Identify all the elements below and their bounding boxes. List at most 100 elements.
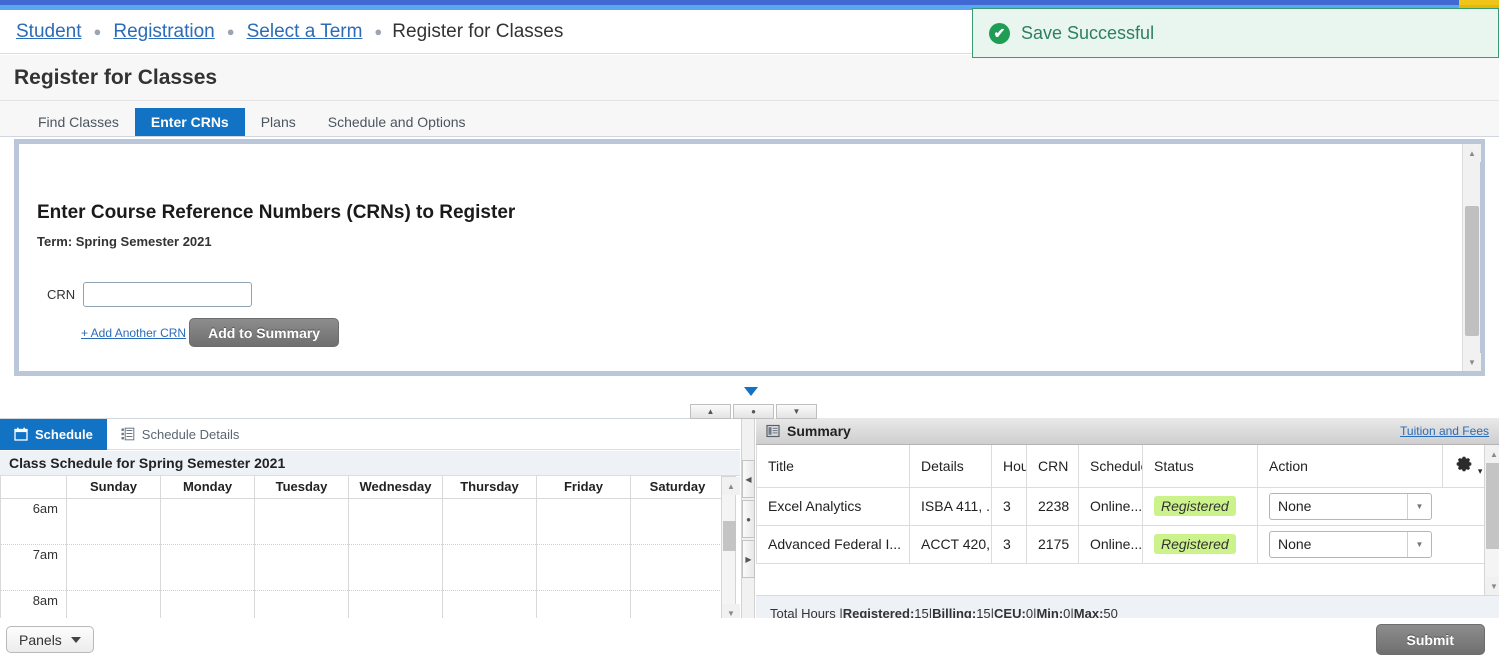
summary-panel: Summary Tuition and Fees Title Details H… bbox=[756, 418, 1499, 631]
action-dropdown[interactable]: None ▼ bbox=[1269, 530, 1432, 558]
schedule-caption: Class Schedule for Spring Semester 2021 bbox=[0, 451, 740, 476]
schedule-cell[interactable] bbox=[66, 544, 161, 591]
schedule-col-monday: Monday bbox=[160, 476, 255, 499]
tuition-and-fees-link[interactable]: Tuition and Fees bbox=[1400, 424, 1489, 438]
scroll-up-icon[interactable]: ▲ bbox=[1463, 144, 1481, 162]
summary-col-crn[interactable]: CRN bbox=[1026, 445, 1079, 488]
schedule-table: Sunday Monday Tuesday Wednesday Thursday… bbox=[0, 476, 725, 628]
summary-table-wrapper: Title Details Hour CRN Schedule Status A… bbox=[756, 445, 1499, 595]
summary-cell-details: ISBA 411, ... bbox=[909, 486, 992, 526]
summary-cell-schedule: Online... bbox=[1078, 524, 1143, 564]
schedule-cell[interactable] bbox=[442, 544, 537, 591]
expand-up-button[interactable]: ▲ bbox=[690, 404, 731, 419]
summary-col-action[interactable]: Action bbox=[1257, 445, 1443, 488]
schedule-grid: Sunday Monday Tuesday Wednesday Thursday… bbox=[0, 476, 740, 628]
schedule-cell[interactable] bbox=[160, 498, 255, 545]
summary-table-icon bbox=[766, 424, 780, 438]
tab-schedule-details[interactable]: Schedule Details bbox=[107, 419, 254, 450]
summary-table: Title Details Hour CRN Schedule Status A… bbox=[756, 445, 1485, 564]
scrollbar-thumb[interactable] bbox=[1486, 463, 1499, 549]
schedule-cell[interactable] bbox=[348, 544, 443, 591]
schedule-time-label: 7am bbox=[0, 544, 67, 591]
expand-down-button[interactable]: ▼ bbox=[776, 404, 817, 419]
schedule-scrollbar[interactable]: ▲ ▼ bbox=[721, 476, 740, 623]
summary-col-hours[interactable]: Hour bbox=[991, 445, 1027, 488]
summary-cell-crn: 2238 bbox=[1026, 486, 1079, 526]
scroll-down-icon[interactable]: ▼ bbox=[1485, 577, 1499, 595]
schedule-cell[interactable] bbox=[160, 544, 255, 591]
tab-plans[interactable]: Plans bbox=[245, 108, 312, 136]
restore-vertical-button[interactable]: ● bbox=[742, 500, 755, 538]
caret-down-icon[interactable] bbox=[744, 387, 758, 396]
chevron-down-icon[interactable]: ▼ bbox=[1407, 493, 1431, 519]
summary-cell-details: ACCT 420,... bbox=[909, 524, 992, 564]
summary-col-title[interactable]: Title bbox=[756, 445, 910, 488]
collapse-right-button[interactable]: ▶ bbox=[742, 540, 755, 578]
schedule-cell[interactable] bbox=[254, 544, 349, 591]
schedule-cell[interactable] bbox=[536, 544, 631, 591]
chevron-down-icon[interactable]: ▼ bbox=[1407, 531, 1431, 557]
schedule-cell[interactable] bbox=[536, 498, 631, 545]
schedule-cell[interactable] bbox=[348, 498, 443, 545]
gear-icon[interactable] bbox=[1454, 454, 1474, 474]
add-another-crn-link[interactable]: + Add Another CRN bbox=[81, 326, 186, 340]
summary-cell-status: Registered bbox=[1142, 486, 1258, 526]
breadcrumb-item-select-a-term[interactable]: Select a Term bbox=[247, 21, 363, 43]
schedule-panel-tabs: Schedule Schedule Details bbox=[0, 418, 740, 450]
schedule-col-time bbox=[0, 476, 67, 499]
summary-col-settings: ▾ bbox=[1442, 445, 1485, 488]
schedule-cell[interactable] bbox=[630, 498, 725, 545]
schedule-col-friday: Friday bbox=[536, 476, 631, 499]
summary-col-details[interactable]: Details bbox=[909, 445, 992, 488]
breadcrumb-item-student[interactable]: Student bbox=[16, 21, 82, 43]
tab-schedule-label: Schedule bbox=[35, 426, 93, 442]
action-dropdown[interactable]: None ▼ bbox=[1269, 492, 1432, 520]
summary-cell-title: Advanced Federal I... bbox=[756, 524, 910, 564]
crn-panel-scrollbar[interactable]: ▲ ▼ bbox=[1462, 144, 1481, 371]
check-circle-icon: ✔ bbox=[989, 22, 1010, 44]
collapse-left-button[interactable]: ◀ bbox=[742, 460, 755, 498]
summary-cell-hours: 3 bbox=[991, 524, 1027, 564]
schedule-header-row: Sunday Monday Tuesday Wednesday Thursday… bbox=[0, 476, 725, 499]
scrollbar-thumb[interactable] bbox=[723, 521, 736, 551]
submit-button[interactable]: Submit bbox=[1375, 624, 1485, 655]
crn-label: CRN bbox=[47, 287, 76, 302]
breadcrumb-item-registration[interactable]: Registration bbox=[113, 21, 214, 43]
bottom-bar: Panels Submit bbox=[0, 618, 1499, 660]
summary-scrollbar[interactable]: ▲ ▼ bbox=[1484, 445, 1499, 595]
schedule-cell[interactable] bbox=[442, 498, 537, 545]
summary-col-schedule[interactable]: Schedule bbox=[1078, 445, 1143, 488]
gear-caret-icon[interactable]: ▾ bbox=[1478, 466, 1483, 476]
schedule-cell[interactable] bbox=[630, 544, 725, 591]
restore-button[interactable]: ● bbox=[733, 404, 774, 419]
summary-header-row: Title Details Hour CRN Schedule Status A… bbox=[756, 445, 1485, 488]
schedule-col-thursday: Thursday bbox=[442, 476, 537, 499]
scroll-up-icon[interactable]: ▲ bbox=[722, 477, 740, 495]
panels-button[interactable]: Panels bbox=[6, 626, 94, 653]
summary-col-status[interactable]: Status bbox=[1142, 445, 1258, 488]
tab-bar: Find Classes Enter CRNs Plans Schedule a… bbox=[0, 101, 1499, 137]
add-to-summary-button[interactable]: Add to Summary bbox=[189, 318, 340, 347]
breadcrumb-separator: ● bbox=[374, 24, 383, 39]
tab-schedule-and-options[interactable]: Schedule and Options bbox=[312, 108, 482, 136]
tab-schedule[interactable]: Schedule bbox=[0, 418, 107, 450]
horizontal-splitter-controls: ▲ ● ▼ bbox=[690, 404, 819, 419]
scroll-up-icon[interactable]: ▲ bbox=[1485, 445, 1499, 463]
crn-input[interactable] bbox=[83, 282, 253, 307]
crn-panel-heading: Enter Course Reference Numbers (CRNs) to… bbox=[37, 202, 516, 223]
status-badge: Registered bbox=[1154, 534, 1236, 554]
table-row: Excel Analytics ISBA 411, ... 3 2238 Onl… bbox=[756, 486, 1485, 526]
tab-find-classes[interactable]: Find Classes bbox=[22, 108, 135, 136]
summary-panel-header: Summary Tuition and Fees bbox=[756, 418, 1499, 445]
scrollbar-thumb[interactable] bbox=[1465, 206, 1479, 336]
tab-enter-crns[interactable]: Enter CRNs bbox=[134, 108, 245, 136]
notification-message: Save Successful bbox=[1021, 22, 1155, 43]
scroll-down-icon[interactable]: ▼ bbox=[1463, 353, 1481, 371]
crn-panel-term: Term: Spring Semester 2021 bbox=[37, 234, 212, 249]
schedule-cell[interactable] bbox=[66, 498, 161, 545]
summary-cell-status: Registered bbox=[1142, 524, 1258, 564]
page-title: Register for Classes bbox=[0, 55, 1499, 101]
schedule-cell[interactable] bbox=[254, 498, 349, 545]
schedule-row: 6am bbox=[0, 498, 725, 545]
vertical-splitter[interactable]: ◀ ● ▶ bbox=[741, 418, 755, 630]
